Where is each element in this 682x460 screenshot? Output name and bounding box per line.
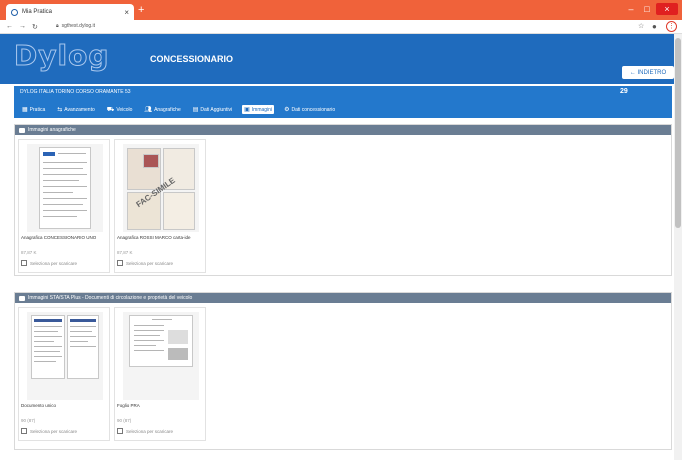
- tab-immagini[interactable]: ▣ Immagini: [242, 105, 275, 114]
- dealer-title: DYLOG ITALIA TORINO CORSO ORAMANTE 53: [20, 89, 131, 95]
- window-minimize-button[interactable]: ‒: [624, 3, 638, 15]
- download-checkbox[interactable]: [117, 428, 123, 434]
- window-maximize-button[interactable]: □: [640, 3, 654, 15]
- window-close-button[interactable]: ×: [656, 3, 678, 15]
- car-icon: ⛟: [106, 106, 115, 113]
- users-icon: 👥︎: [144, 107, 153, 113]
- image-filename: Anagrafica CONCESSIONARIO UNO: [21, 235, 97, 240]
- tab-label: Anagrafiche: [154, 106, 181, 113]
- scrollbar-thumb[interactable]: [675, 38, 681, 228]
- image-size: 90 (87): [21, 418, 36, 423]
- browser-tab[interactable]: Mia Pratica ×: [6, 4, 134, 20]
- url-text: sgthest.dylog.it: [61, 23, 96, 29]
- section-header[interactable]: Immagini STA/STA Plus - Documenti di cir…: [15, 293, 671, 303]
- section-title: Immagini anagrafiche: [28, 127, 76, 133]
- lock-icon: 🔒︎: [56, 23, 59, 29]
- image-size: 87,87 K: [21, 250, 37, 255]
- browser-tab-title: Mia Pratica: [22, 9, 53, 15]
- list-icon: ▤: [192, 107, 199, 113]
- images-section-documenti: Immagini STA/STA Plus - Documenti di cir…: [14, 292, 672, 450]
- download-checkbox[interactable]: [21, 260, 27, 266]
- browser-menu-icon[interactable]: ⋮: [666, 21, 677, 32]
- image-size: 90 (87): [117, 418, 132, 423]
- tab-dati-aggiuntivi[interactable]: ▤ Dati Aggiuntivi: [191, 105, 234, 114]
- download-select[interactable]: Seleziona per scaricare: [21, 260, 77, 266]
- practice-count: 29: [620, 88, 628, 95]
- forward-arrow-icon[interactable]: →: [19, 23, 26, 30]
- reload-icon[interactable]: ↻: [32, 23, 38, 31]
- image-filename: Anagrafica ROSSI MARCO carta-ide: [117, 235, 191, 240]
- browser-titlebar: Mia Pratica × + ‒ □ ×: [0, 0, 682, 20]
- url-field[interactable]: 🔒︎ sgthest.dylog.it: [56, 23, 95, 29]
- app-header: Dylog CONCESSIONARIO: [0, 34, 682, 84]
- page-title: CONCESSIONARIO: [150, 54, 234, 64]
- image-filename: Foglio PRA: [117, 403, 140, 408]
- new-tab-icon[interactable]: +: [138, 4, 144, 16]
- document-thumbnail[interactable]: [123, 312, 199, 400]
- section-title: Immagini STA/STA Plus - Documenti di cir…: [28, 295, 193, 301]
- tab-pratica[interactable]: ▦ Pratica: [20, 105, 47, 114]
- folder-icon: [19, 127, 25, 133]
- checkbox-label: Seleziona per scaricare: [126, 428, 174, 434]
- back-arrow-icon[interactable]: ←: [6, 23, 13, 30]
- browser-addressbar: ← → ↻ 🔒︎ sgthest.dylog.it ☆ ● ⋮: [0, 20, 682, 34]
- practice-header: DYLOG ITALIA TORINO CORSO ORAMANTE 53 29…: [14, 86, 672, 118]
- image-size: 87,87 K: [117, 250, 133, 255]
- document-thumbnail[interactable]: [27, 144, 103, 232]
- image-card[interactable]: Foglio PRA 90 (87) Seleziona per scarica…: [114, 307, 206, 441]
- download-select[interactable]: Seleziona per scaricare: [117, 260, 173, 266]
- download-select[interactable]: Seleziona per scaricare: [21, 428, 77, 434]
- image-card[interactable]: FAC-SIMILE Anagrafica ROSSI MARCO carta-…: [114, 139, 206, 273]
- globe-icon: [11, 8, 18, 16]
- section-header[interactable]: Immagini anagrafiche: [15, 125, 671, 135]
- checkbox-label: Seleziona per scaricare: [30, 428, 78, 434]
- progress-icon: ⇆: [57, 107, 63, 113]
- tab-dati-concessionario[interactable]: ⚙ Dati concessionario: [282, 105, 337, 114]
- tab-label: Pratica: [29, 106, 46, 113]
- tab-label: Dati Aggiuntivi: [200, 106, 233, 113]
- tab-avanzamento[interactable]: ⇆ Avanzamento: [55, 105, 97, 114]
- image-card[interactable]: Anagrafica CONCESSIONARIO UNO 87,87 K Se…: [18, 139, 110, 273]
- grid-icon: ▦: [22, 107, 28, 113]
- tab-anagrafiche[interactable]: 👥︎ Anagrafiche: [142, 105, 182, 114]
- gear-icon: ⚙: [284, 107, 290, 113]
- tab-close-icon[interactable]: ×: [124, 8, 129, 17]
- checkbox-label: Seleziona per scaricare: [30, 260, 78, 266]
- tab-label: Veicolo: [116, 106, 133, 113]
- download-select[interactable]: Seleziona per scaricare: [117, 428, 173, 434]
- tab-label: Avanzamento: [64, 106, 95, 113]
- document-thumbnail[interactable]: [27, 312, 103, 400]
- tab-veicolo[interactable]: ⛟ Veicolo: [105, 105, 135, 114]
- image-card[interactable]: Documento unico 90 (87) Seleziona per sc…: [18, 307, 110, 441]
- dylog-logo: Dylog: [13, 39, 110, 73]
- download-checkbox[interactable]: [21, 428, 27, 434]
- images-section-anagrafiche: Immagini anagrafiche Anagrafica CONCESSI…: [14, 124, 672, 276]
- download-checkbox[interactable]: [117, 260, 123, 266]
- bookmark-star-icon[interactable]: ☆: [638, 22, 644, 30]
- tab-label: Immagini: [251, 106, 273, 113]
- tab-label: Dati concessionario: [291, 106, 336, 113]
- page-scrollbar[interactable]: [674, 34, 682, 460]
- profile-icon[interactable]: ●: [652, 22, 657, 31]
- checkbox-label: Seleziona per scaricare: [126, 260, 174, 266]
- document-thumbnail[interactable]: FAC-SIMILE: [123, 144, 199, 232]
- practice-tabs: ▦ Pratica ⇆ Avanzamento ⛟ Veicolo 👥︎ Anagraf…: [20, 105, 337, 114]
- back-button[interactable]: ← INDIETRO: [622, 66, 674, 79]
- image-filename: Documento unico: [21, 403, 57, 408]
- folder-icon: [19, 295, 25, 301]
- image-icon: ▣: [244, 107, 250, 113]
